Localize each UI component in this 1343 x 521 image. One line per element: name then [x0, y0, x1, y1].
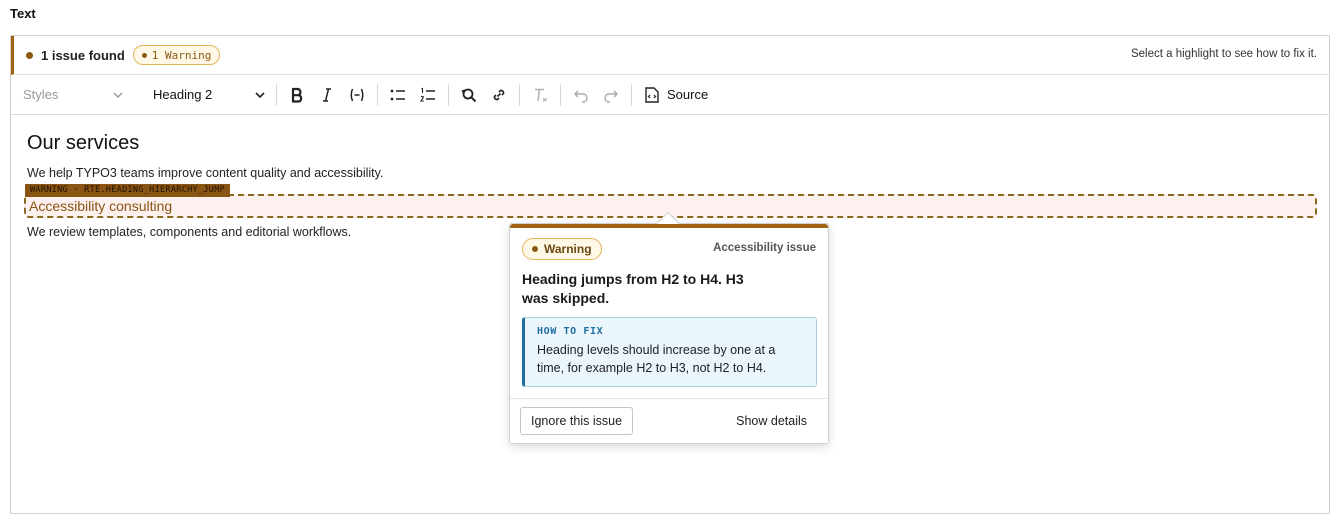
issue-summary-bar[interactable]: 1 issue found 1 Warning Select a highlig…	[11, 36, 1329, 75]
warning-dot-icon	[26, 51, 33, 59]
issue-category: Accessibility issue	[713, 242, 816, 254]
undo-icon	[574, 90, 588, 103]
ignore-issue-button[interactable]: Ignore this issue	[520, 407, 634, 435]
issue-count: 1 issue found	[41, 47, 125, 63]
how-to-fix-text: Heading levels should increase by one at…	[537, 343, 776, 375]
source-button[interactable]: Source	[637, 81, 714, 109]
content-heading: Our services	[27, 132, 140, 154]
popover-accent-bar	[510, 224, 828, 228]
bold-icon	[291, 87, 303, 103]
bulleted-list-button[interactable]	[383, 81, 413, 109]
how-to-fix-label: HOW TO FIX	[537, 326, 604, 337]
heading-dropdown-label: Heading 2	[153, 87, 213, 102]
issue-rule-label: WARNING · RTE.HEADING_HIERARCHY_JUMP	[25, 184, 231, 197]
heading-dropdown[interactable]: Heading 2	[141, 81, 271, 109]
chevron-down-icon	[255, 91, 265, 98]
toolbar-separator	[519, 83, 520, 106]
source-button-label: Source	[667, 87, 709, 102]
remove-format-icon	[535, 88, 547, 102]
toolbar-separator	[631, 83, 632, 106]
warning-dot-icon	[532, 246, 538, 252]
toolbar-separator	[560, 83, 561, 106]
numbered-list-icon	[420, 87, 435, 102]
styles-dropdown-label: Styles	[23, 87, 59, 102]
chevron-down-icon	[113, 91, 123, 98]
content-paragraph: We review templates, components and edit…	[27, 225, 352, 239]
code-icon	[350, 88, 364, 101]
toolbar-separator	[377, 83, 378, 106]
how-to-fix-box: HOW TO FIX Heading levels should increas…	[522, 317, 817, 387]
warning-dot-icon	[141, 52, 147, 58]
content-paragraph: We help TYPO3 teams improve content qual…	[27, 166, 384, 180]
issue-title: Heading jumps from H2 to H4. H3 was skip…	[522, 271, 744, 306]
show-details-button[interactable]: Show details	[736, 414, 807, 428]
code-button[interactable]	[342, 81, 372, 109]
severity-label: Warning	[544, 242, 592, 256]
styles-dropdown[interactable]: Styles	[11, 81, 129, 109]
severity-badge: Warning	[522, 238, 602, 260]
bold-button[interactable]	[282, 81, 312, 109]
find-replace-button[interactable]	[454, 81, 484, 109]
link-icon	[493, 89, 505, 100]
toolbar-separator	[448, 83, 449, 106]
warning-count-badge[interactable]: 1 Warning	[132, 45, 221, 65]
redo-button[interactable]	[596, 81, 626, 109]
issue-hint: Select a highlight to see how to fix it.	[1130, 48, 1317, 60]
editor-toolbar: Styles Heading 2 Source	[11, 75, 1329, 115]
remove-format-button[interactable]	[525, 81, 555, 109]
field-label: Text	[10, 6, 36, 21]
italic-icon	[323, 87, 331, 102]
bulleted-list-icon	[390, 89, 405, 100]
flagged-heading-text: Accessibility consulting	[29, 198, 173, 214]
issue-popover: Warning Accessibility issue Heading jump…	[509, 211, 829, 445]
link-button[interactable]	[484, 81, 514, 109]
source-icon	[645, 86, 659, 103]
numbered-list-button[interactable]	[413, 81, 443, 109]
find-replace-icon	[461, 88, 477, 102]
warning-count-label: 1 Warning	[151, 48, 212, 62]
popover-footer: Ignore this issue Show details	[510, 398, 828, 445]
undo-button[interactable]	[566, 81, 596, 109]
redo-icon	[604, 90, 618, 103]
italic-button[interactable]	[312, 81, 342, 109]
toolbar-separator	[276, 83, 277, 106]
